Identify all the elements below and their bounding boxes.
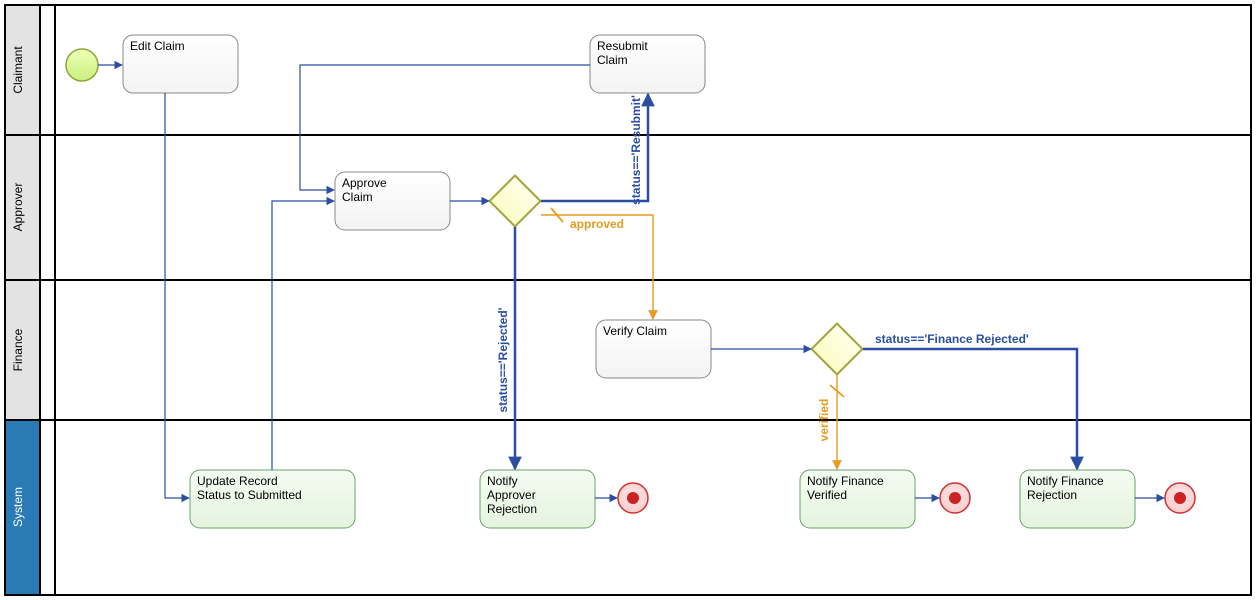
lane-label-system: System: [11, 487, 25, 527]
flow-resubmit-approve: [300, 65, 590, 190]
bpmn-diagram: Claimant Approver Finance System Edit Cl…: [0, 0, 1256, 600]
label-approved: approved: [570, 217, 624, 231]
end-event-approver[interactable]: [618, 483, 648, 513]
task-resubmit-claim-label1: Resubmit: [597, 39, 648, 53]
flow-edit-update: [165, 93, 189, 498]
label-status-finance-rejected: status=='Finance Rejected': [875, 332, 1029, 346]
label-status-rejected: status=='Rejected': [496, 307, 510, 412]
task-approve-claim-label2: Claim: [342, 190, 373, 204]
task-update-record-label1: Update Record: [197, 474, 278, 488]
label-status-resubmit: status=='Resubmit': [629, 95, 643, 205]
task-verify-claim-label: Verify Claim: [603, 324, 667, 338]
gateway-finance[interactable]: [812, 324, 863, 375]
task-nfr-label2: Rejection: [1027, 488, 1077, 502]
task-nar-label2: Approver: [487, 488, 536, 502]
end-event-finance-rejection[interactable]: [1165, 483, 1195, 513]
task-resubmit-claim-label2: Claim: [597, 53, 628, 67]
task-nar-label1: Notify: [487, 474, 518, 488]
lane-label-finance: Finance: [11, 328, 25, 371]
start-event[interactable]: [66, 49, 98, 81]
gateway-approve[interactable]: [490, 176, 541, 227]
task-edit-claim-label: Edit Claim: [130, 39, 185, 53]
lane-label-approver: Approver: [11, 183, 25, 232]
lane-label-claimant: Claimant: [11, 46, 25, 94]
task-nar-label3: Rejection: [487, 502, 537, 516]
task-approve-claim-label1: Approve: [342, 176, 387, 190]
task-nfv-label2: Verified: [807, 488, 847, 502]
task-update-record-label2: Status to Submitted: [197, 488, 302, 502]
task-nfr-label1: Notify Finance: [1027, 474, 1104, 488]
flow-gateway-finrejected: [863, 349, 1077, 469]
label-verified: verified: [817, 399, 831, 442]
end-event-finance-verified[interactable]: [940, 483, 970, 513]
task-nfv-label1: Notify Finance: [807, 474, 884, 488]
flow-update-approve: [272, 201, 334, 470]
